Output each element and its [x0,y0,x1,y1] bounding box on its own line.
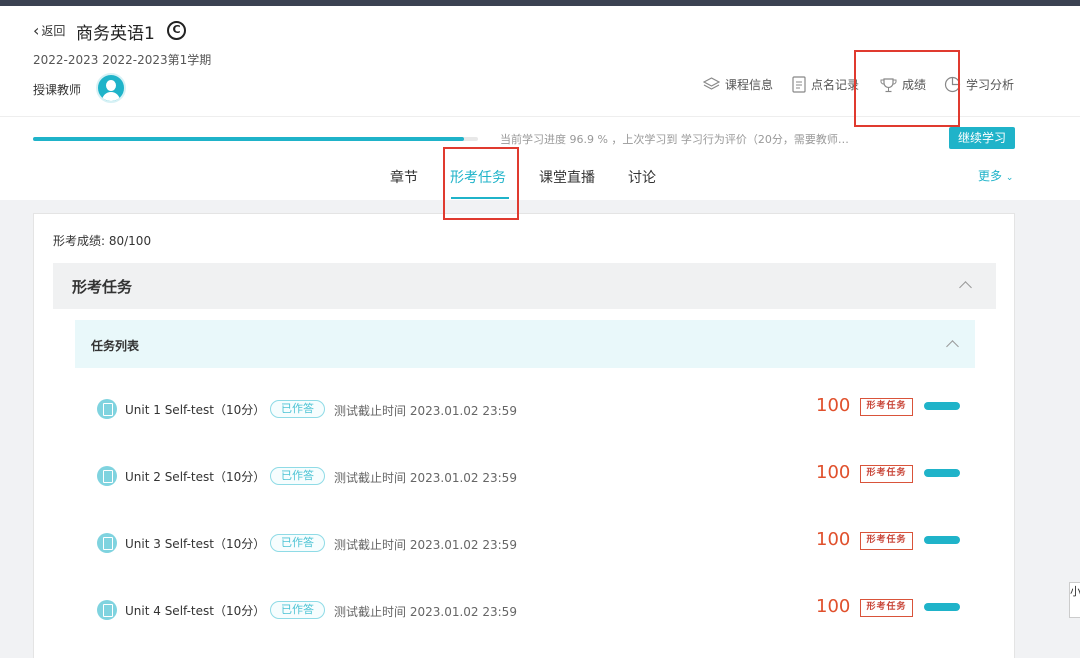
task-document-icon [97,533,117,553]
back-label: 返回 [41,24,66,38]
task-score: 100 [816,529,851,550]
status-badge: 已作答 [270,534,325,552]
task-name[interactable]: Unit 4 Self-test（10分） [125,602,265,619]
layers-icon [703,76,720,90]
course-tabs: 章节 形考任务 课堂直播 讨论 更多 ⌄ [0,167,1080,201]
task-score: 100 [816,462,851,483]
status-badge: 已作答 [270,467,325,485]
back-button[interactable]: ‹ 返回 [33,22,65,39]
task-name[interactable]: Unit 2 Self-test（10分） [125,468,265,485]
tab-classroom-live[interactable]: 课堂直播 [539,167,595,187]
task-deadline: 测试截止时间 2023.01.02 23:59 [334,603,517,620]
deadline-value: 2023.01.02 23:59 [409,538,517,552]
task-list-title: 任务列表 [91,339,140,353]
chevron-up-icon[interactable] [946,340,959,353]
side-tab-label: 小 [1070,585,1080,598]
formative-score: 形考成绩: 80/100 [53,234,152,248]
chevron-left-icon: ‹ [33,20,40,40]
status-badge: 已作答 [270,400,325,418]
term-label: 2022-2023 2022-2023第1学期 [33,53,212,67]
task-row[interactable]: Unit 4 Self-test（10分） 已作答 测试截止时间 2023.01.0… [75,590,975,630]
formative-task-stamp: 形考任务 [860,599,913,617]
task-score: 100 [816,395,851,416]
document-icon [792,76,806,93]
deadline-label: 测试截止时间 [334,605,407,619]
task-list-panel: 任务列表 Unit 1 Self-test（10分） 已作答 测试截止时间 2023… [75,320,975,658]
copyright-icon: C [167,21,186,40]
chevron-down-icon: ⌄ [1005,173,1014,183]
tab-discussion[interactable]: 讨论 [628,167,656,187]
formative-section-header[interactable]: 形考任务 [53,263,996,309]
continue-learning-button[interactable]: 继续学习 [949,127,1015,149]
formative-task-stamp: 形考任务 [860,532,913,550]
deadline-value: 2023.01.02 23:59 [409,404,517,418]
roll-call-link[interactable]: 点名记录 [792,76,859,93]
side-float-tab[interactable]: 小 [1069,582,1080,618]
task-score: 100 [816,596,851,617]
task-row[interactable]: Unit 2 Self-test（10分） 已作答 测试截止时间 2023.01.0… [75,456,975,496]
task-deadline: 测试截止时间 2023.01.02 23:59 [334,469,517,486]
status-badge: 已作答 [270,601,325,619]
more-dropdown[interactable]: 更多 ⌄ [978,167,1013,184]
deadline-value: 2023.01.02 23:59 [409,605,517,619]
formative-task-stamp: 形考任务 [860,398,913,416]
task-deadline: 测试截止时间 2023.01.02 23:59 [334,536,517,553]
deadline-label: 测试截止时间 [334,538,407,552]
task-progress-pill [924,603,960,611]
task-row[interactable]: Unit 1 Self-test（10分） 已作答 测试截止时间 2023.01.0… [75,389,975,429]
course-info-label: 课程信息 [725,78,774,92]
more-label: 更多 [978,169,1003,183]
chevron-up-icon[interactable] [959,281,972,294]
task-document-icon [97,466,117,486]
task-progress-pill [924,536,960,544]
learning-analysis-label: 学习分析 [966,78,1015,92]
task-name[interactable]: Unit 1 Self-test（10分） [125,401,265,418]
teacher-avatar[interactable] [96,73,126,103]
roll-call-label: 点名记录 [811,78,860,92]
progress-section: 当前学习进度 96.9 % ，上次学习到 学习行为评价（20分，需要教师… 继续… [0,116,1080,200]
course-info-link[interactable]: 课程信息 [703,76,773,93]
section-title: 形考任务 [72,278,133,296]
formative-task-stamp: 形考任务 [860,465,913,483]
deadline-label: 测试截止时间 [334,404,407,418]
task-progress-pill [924,469,960,477]
formative-tab-highlight-box [443,147,519,220]
task-document-icon [97,600,117,620]
teacher-label: 授课教师 [33,83,82,97]
task-name[interactable]: Unit 3 Self-test（10分） [125,535,265,552]
task-row[interactable]: Unit 3 Self-test（10分） 已作答 测试截止时间 2023.01.0… [75,523,975,563]
task-progress-pill [924,402,960,410]
progress-bar [33,137,478,141]
task-list-header[interactable]: 任务列表 [75,320,975,368]
deadline-label: 测试截止时间 [334,471,407,485]
progress-text: 当前学习进度 96.9 % ，上次学习到 学习行为评价（20分，需要教师… [500,133,849,146]
formative-card: 形考成绩: 80/100 形考任务 任务列表 Unit 1 Self-test（… [33,213,1015,658]
task-document-icon [97,399,117,419]
task-deadline: 测试截止时间 2023.01.02 23:59 [334,402,517,419]
deadline-value: 2023.01.02 23:59 [409,471,517,485]
progress-bar-fill [33,137,465,141]
tab-chapter[interactable]: 章节 [390,167,418,187]
grades-highlight-box [854,50,960,127]
course-title: 商务英语1 [76,24,155,44]
